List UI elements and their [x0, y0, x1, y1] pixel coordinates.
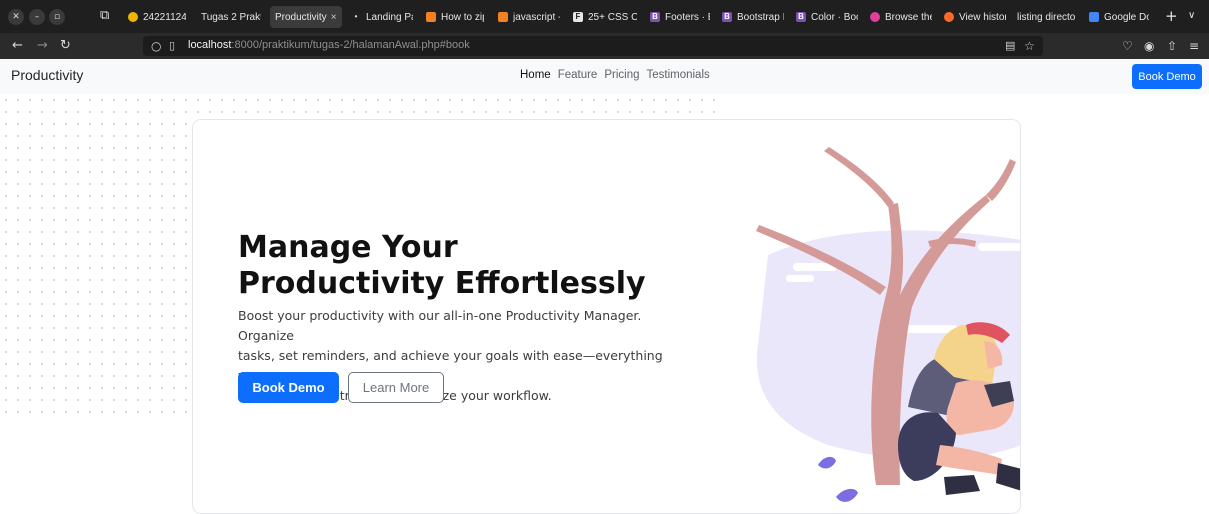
browser-tab[interactable]: F 25+ CSS Ca [568, 6, 642, 28]
browser-tab[interactable]: B Footers · Bo [645, 6, 715, 28]
learn-more-button[interactable]: Learn More [348, 372, 444, 403]
tab-label: Landing Pa [366, 11, 413, 23]
hero-title-line: Productivity Effortlessly [238, 266, 646, 301]
pocket-icon[interactable]: ♡ [1122, 37, 1133, 55]
browser-tab[interactable]: javascript - [493, 6, 565, 28]
tab-label: How to zip [441, 11, 484, 23]
browser-tab[interactable]: B Color · Boot [791, 6, 863, 28]
f-icon: F [573, 12, 583, 22]
dot-icon: • [354, 12, 358, 21]
browser-tab[interactable]: Google Doc [1084, 6, 1154, 28]
tab-label: listing director [1017, 11, 1075, 23]
tab-label: Google Doc [1104, 11, 1149, 23]
browser-tab[interactable]: View histor [939, 6, 1011, 28]
browser-toolbar: ← → ↻ ○ ▯ localhost:8000/praktikum/tugas… [0, 33, 1209, 59]
nav-link-pricing[interactable]: Pricing [604, 69, 639, 81]
page-info-icon[interactable]: ▯ [169, 37, 175, 55]
url-bar[interactable]: ○ ▯ localhost:8000/praktikum/tugas-2/hal… [143, 36, 1043, 56]
tree-branch [824, 147, 894, 207]
tab-label: Browse the [885, 11, 932, 23]
tab-label: javascript - [513, 11, 560, 23]
bootstrap-icon: B [650, 12, 660, 22]
tab-list-chevron-icon[interactable]: ∨ [1188, 8, 1195, 24]
restore-window-icon[interactable]: ▫ [49, 9, 65, 25]
tab-label: Bootstrap I [737, 11, 784, 23]
hero-title: Manage Your Productivity Effortlessly [238, 230, 698, 302]
browser-tab-bar: ✕ – ▫ ⧉ 242211241 Tugas 2 Praktik Produc… [0, 0, 1209, 33]
tab-label: 242211241 [143, 11, 186, 23]
book-demo-nav-button[interactable]: Book Demo [1132, 64, 1202, 89]
browser-tab-active[interactable]: Productivity × [270, 6, 342, 28]
forward-icon[interactable]: → [37, 37, 48, 55]
url-host: localhost [188, 39, 232, 51]
leaf-icon [836, 488, 858, 502]
browser-tab[interactable]: • Landing Pa [346, 6, 418, 28]
yellow-circle-icon [128, 12, 138, 22]
orange-circle-icon [944, 12, 954, 22]
reader-view-icon[interactable]: ▤ [1005, 37, 1015, 55]
close-window-icon[interactable]: ✕ [8, 9, 24, 25]
nav-links: Home Feature Pricing Testimonials [520, 69, 710, 81]
browser-tab[interactable]: Browse the [865, 6, 937, 28]
browser-tab[interactable]: 242211241 [123, 6, 191, 28]
stackoverflow-icon [426, 12, 436, 22]
nav-link-testimonials[interactable]: Testimonials [646, 69, 709, 81]
tab-label: Tugas 2 Praktik [201, 11, 261, 23]
back-icon[interactable]: ← [12, 37, 23, 55]
hero-title-line: Manage Your [238, 230, 458, 265]
minimize-window-icon[interactable]: – [29, 9, 45, 25]
url-path: :8000/praktikum/tugas-2/halamanAwal.php#… [231, 39, 470, 51]
browser-tab[interactable]: How to zip [421, 6, 489, 28]
brand-logo[interactable]: Productivity [11, 67, 83, 83]
browser-tab[interactable]: listing director [1012, 6, 1080, 28]
tab-label: Footers · Bo [665, 11, 710, 23]
nav-link-feature[interactable]: Feature [558, 69, 598, 81]
browser-tab[interactable]: B Bootstrap I [717, 6, 789, 28]
hero-card: Manage Your Productivity Effortlessly Bo… [192, 119, 1021, 514]
cloud [786, 275, 814, 282]
tracking-shield-icon[interactable]: ○ [151, 37, 161, 55]
new-tab-icon[interactable]: + [1165, 8, 1178, 24]
book-demo-button[interactable]: Book Demo [238, 372, 339, 403]
tab-label: Color · Boot [811, 11, 858, 23]
menu-icon[interactable]: ≡ [1189, 37, 1199, 55]
bootstrap-icon: B [722, 12, 732, 22]
tab-overview-icon[interactable]: ⧉ [100, 8, 109, 24]
site-navbar: Productivity Home Feature Pricing Testim… [0, 59, 1209, 94]
person-shoe [944, 475, 980, 495]
url-text[interactable]: localhost:8000/praktikum/tugas-2/halaman… [188, 39, 470, 51]
tree-branch [986, 159, 1016, 201]
leaf-icon [818, 456, 836, 469]
close-tab-icon[interactable]: × [331, 12, 337, 23]
bootstrap-icon: B [796, 12, 806, 22]
pink-circle-icon [870, 12, 880, 22]
tab-label: Productivity [275, 11, 327, 23]
cloud [978, 243, 1020, 251]
google-docs-icon [1089, 12, 1099, 22]
tab-label: View histor [959, 11, 1006, 23]
extensions-icon[interactable]: ⇧ [1167, 37, 1177, 55]
bookmark-star-icon[interactable]: ☆ [1024, 37, 1035, 55]
account-icon[interactable]: ◉ [1144, 37, 1154, 55]
nav-link-home[interactable]: Home [520, 69, 551, 81]
hero-illustration [756, 147, 1020, 502]
reload-icon[interactable]: ↻ [60, 37, 71, 55]
browser-tab[interactable]: Tugas 2 Praktik [196, 6, 266, 28]
stackoverflow-icon [498, 12, 508, 22]
hero-description-line: Boost your productivity with our all-in-… [238, 308, 642, 343]
person-shoe [996, 463, 1020, 491]
tab-label: 25+ CSS Ca [588, 11, 637, 23]
